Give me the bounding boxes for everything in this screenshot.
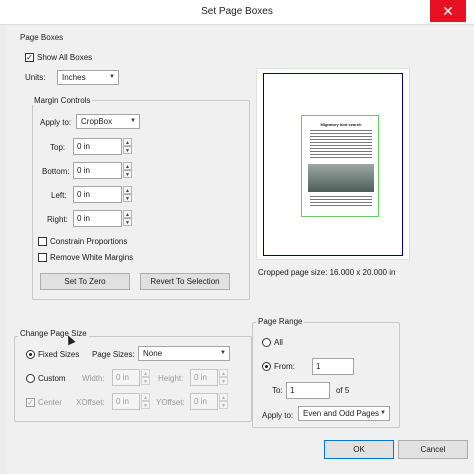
left-margin-stepper[interactable]: ▲ ▼	[123, 186, 132, 203]
from-label: From:	[274, 362, 295, 371]
triangle-up-icon[interactable]: ▲	[219, 369, 228, 377]
preview-text-lines	[310, 130, 372, 158]
bottom-label: Bottom:	[42, 167, 70, 176]
chevron-down-icon: ▼	[130, 118, 136, 124]
top-label: Top:	[50, 143, 66, 152]
apply-to-label: Apply to:	[40, 118, 72, 127]
triangle-up-icon[interactable]: ▲	[141, 369, 150, 377]
chevron-down-icon: ▼	[220, 350, 226, 356]
page-range-apply-to-select[interactable]: Even and Odd Pages ▼	[298, 406, 390, 421]
units-select[interactable]: Inches ▼	[57, 70, 119, 85]
right-margin-input[interactable]: 0 in	[73, 210, 122, 227]
triangle-down-icon[interactable]: ▼	[123, 170, 132, 178]
bottom-margin-stepper[interactable]: ▲ ▼	[123, 162, 132, 179]
set-to-zero-button[interactable]: Set To Zero	[40, 273, 130, 290]
triangle-down-icon[interactable]: ▼	[123, 146, 132, 154]
cropped-page-size-caption: Cropped page size: 16.000 x 20.000 in	[258, 268, 396, 277]
from-radio[interactable]	[262, 362, 271, 371]
all-pages-radio[interactable]	[262, 338, 271, 347]
to-input[interactable]: 1	[286, 382, 330, 399]
change-page-size-group-label: Change Page Size	[18, 329, 89, 338]
triangle-up-icon[interactable]: ▲	[123, 162, 132, 170]
remove-white-margins-checkbox[interactable]	[38, 253, 47, 262]
yoffset-label: YOffset:	[156, 398, 185, 407]
remove-white-margins-label: Remove White Margins	[50, 253, 134, 262]
page-preview: Migratory bird search	[256, 68, 410, 260]
triangle-down-icon[interactable]: ▼	[123, 218, 132, 226]
width-input[interactable]: 0 in	[112, 369, 140, 386]
page-sizes-label: Page Sizes:	[92, 350, 135, 359]
page-range-group-label: Page Range	[256, 317, 305, 326]
center-label: Center	[38, 398, 63, 407]
triangle-down-icon[interactable]: ▼	[141, 377, 150, 385]
to-label: To:	[272, 386, 283, 395]
triangle-up-icon[interactable]: ▲	[123, 186, 132, 194]
dialog-title: Set Page Boxes	[201, 6, 273, 17]
fixed-sizes-label: Fixed Sizes	[38, 350, 80, 359]
check-icon: ✓	[27, 398, 34, 407]
preview-photo	[308, 164, 374, 192]
apply-to-value: CropBox	[81, 117, 113, 126]
triangle-up-icon[interactable]: ▲	[141, 393, 150, 401]
top-margin-input[interactable]: 0 in	[73, 138, 122, 155]
width-stepper[interactable]: ▲ ▼	[141, 369, 150, 386]
page-sizes-select[interactable]: None ▼	[138, 346, 230, 361]
triangle-down-icon[interactable]: ▼	[141, 401, 150, 409]
page-sizes-value: None	[143, 349, 163, 358]
top-margin-stepper[interactable]: ▲ ▼	[123, 138, 132, 155]
page-range-apply-to-label: Apply to:	[262, 411, 294, 420]
page-range-apply-to-value: Even and Odd Pages	[303, 409, 380, 418]
apply-to-select[interactable]: CropBox ▼	[76, 114, 140, 129]
constrain-proportions-label: Constrain Proportions	[50, 237, 128, 246]
show-all-boxes-checkbox[interactable]: ✓	[25, 53, 34, 62]
preview-text-lines-2	[310, 196, 372, 208]
xoffset-input[interactable]: 0 in	[112, 393, 140, 410]
ok-button[interactable]: OK	[324, 440, 394, 459]
cancel-button[interactable]: Cancel	[398, 440, 468, 459]
center-checkbox[interactable]: ✓	[26, 398, 35, 407]
yoffset-input[interactable]: 0 in	[190, 393, 218, 410]
close-icon: ✕	[442, 3, 454, 19]
check-icon: ✓	[26, 53, 33, 62]
close-button[interactable]: ✕	[430, 0, 466, 22]
height-stepper[interactable]: ▲ ▼	[219, 369, 228, 386]
triangle-up-icon[interactable]: ▲	[123, 210, 132, 218]
height-input[interactable]: 0 in	[190, 369, 218, 386]
title-bar: Set Page Boxes ✕	[0, 0, 474, 25]
yoffset-stepper[interactable]: ▲ ▼	[219, 393, 228, 410]
of-pages-label: of 5	[336, 386, 350, 395]
constrain-proportions-checkbox[interactable]	[38, 237, 47, 246]
left-label: Left:	[51, 191, 67, 200]
custom-label: Custom	[38, 374, 66, 383]
triangle-down-icon[interactable]: ▼	[219, 377, 228, 385]
revert-to-selection-button[interactable]: Revert To Selection	[140, 273, 230, 290]
all-pages-label: All	[274, 338, 283, 347]
chevron-down-icon: ▼	[109, 74, 115, 80]
right-margin-stepper[interactable]: ▲ ▼	[123, 210, 132, 227]
xoffset-label: XOffset:	[76, 398, 105, 407]
width-label: Width:	[82, 374, 105, 383]
preview-page-heading: Migratory bird search	[320, 122, 362, 127]
art-box: Migratory bird search	[301, 115, 379, 217]
margin-controls-group	[32, 100, 250, 300]
units-value: Inches	[62, 73, 86, 82]
chevron-down-icon: ▼	[380, 410, 386, 416]
triangle-up-icon[interactable]: ▲	[123, 138, 132, 146]
set-page-boxes-dialog: Set Page Boxes ✕ Page Boxes ✓ Show All B…	[0, 0, 474, 474]
height-label: Height:	[158, 374, 184, 383]
right-label: Right:	[47, 215, 68, 224]
bottom-margin-input[interactable]: 0 in	[73, 162, 122, 179]
from-input[interactable]: 1	[312, 358, 354, 375]
page-boxes-group-label: Page Boxes	[20, 33, 64, 42]
units-label: Units:	[25, 73, 46, 82]
margin-controls-group-label: Margin Controls	[32, 96, 93, 105]
custom-radio[interactable]	[26, 374, 35, 383]
show-all-boxes-label: Show All Boxes	[37, 53, 93, 62]
xoffset-stepper[interactable]: ▲ ▼	[141, 393, 150, 410]
triangle-down-icon[interactable]: ▼	[219, 401, 228, 409]
triangle-down-icon[interactable]: ▼	[123, 194, 132, 202]
triangle-up-icon[interactable]: ▲	[219, 393, 228, 401]
left-margin-input[interactable]: 0 in	[73, 186, 122, 203]
fixed-sizes-radio[interactable]	[26, 350, 35, 359]
